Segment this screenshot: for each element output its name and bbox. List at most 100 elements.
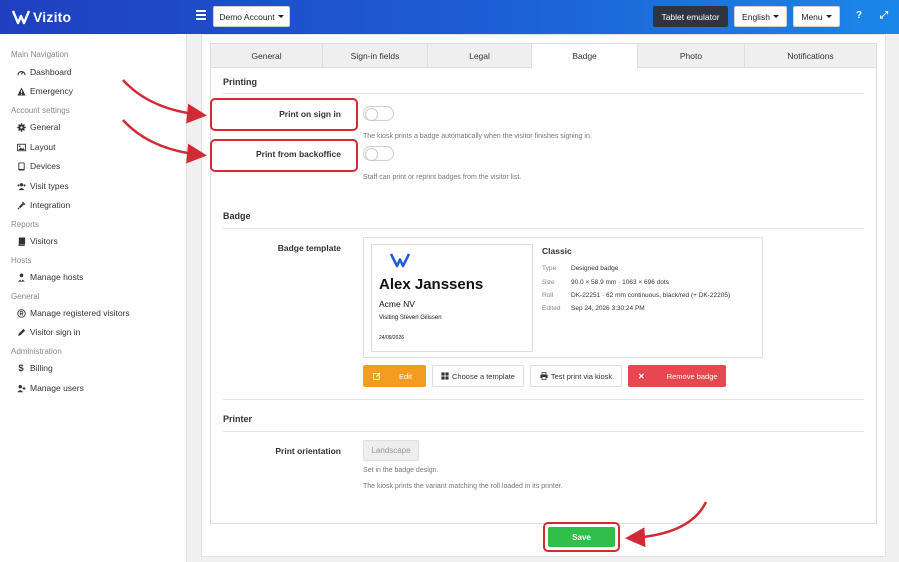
test-print-button[interactable]: Test print via kiosk bbox=[530, 365, 622, 387]
meta-value-type: Designed badge bbox=[571, 265, 619, 272]
sidebar-item-label: Integration bbox=[30, 200, 71, 210]
sidebar-item-manage-users[interactable]: Manage users bbox=[16, 383, 84, 393]
tab-photo[interactable]: Photo bbox=[637, 43, 745, 68]
vizito-logo-icon bbox=[12, 10, 30, 25]
sidebar-heading-general: General bbox=[11, 292, 40, 301]
menu-dropdown[interactable]: Menu bbox=[793, 6, 840, 27]
print-icon bbox=[540, 372, 548, 380]
language-label: English bbox=[742, 11, 770, 22]
sidebar-item-label: Manage registered visitors bbox=[30, 308, 130, 318]
pencil-icon bbox=[16, 327, 26, 337]
tablet-icon bbox=[16, 161, 26, 171]
sidebar-item-label: Billing bbox=[30, 363, 53, 373]
close-icon: ✕ bbox=[638, 371, 645, 381]
user-tie-icon bbox=[16, 272, 26, 282]
sidebar-item-label: Manage hosts bbox=[30, 272, 84, 282]
tab-sign-in-fields[interactable]: Sign-in fields bbox=[322, 43, 428, 68]
chevron-down-icon bbox=[772, 15, 779, 18]
sidebar-item-label: Dashboard bbox=[30, 67, 72, 77]
chevron-down-icon bbox=[277, 15, 284, 18]
tablet-emulator-button[interactable]: Tablet emulator bbox=[653, 6, 728, 27]
badge-preview-company: Acme NV bbox=[379, 299, 415, 309]
divider bbox=[223, 399, 864, 400]
tab-legal[interactable]: Legal bbox=[427, 43, 532, 68]
tab-badge[interactable]: Badge bbox=[531, 43, 638, 69]
badge-section-title: Badge bbox=[223, 211, 251, 221]
sidebar-item-label: Visitor sign in bbox=[30, 327, 81, 337]
choose-template-label: Choose a template bbox=[452, 371, 515, 381]
dollar-icon: $ bbox=[18, 362, 24, 374]
meta-key-roll: Roll bbox=[542, 292, 554, 299]
image-icon bbox=[16, 142, 26, 152]
sidebar-item-label: Layout bbox=[30, 142, 56, 152]
sidebar-item-manage-hosts[interactable]: Manage hosts bbox=[16, 272, 83, 282]
sidebar-item-layout[interactable]: Layout bbox=[16, 142, 56, 152]
plug-icon bbox=[16, 200, 26, 210]
meta-key-type: Type bbox=[542, 265, 557, 272]
divider bbox=[223, 228, 864, 229]
dashboard-icon bbox=[16, 67, 26, 77]
language-dropdown[interactable]: English bbox=[734, 6, 787, 27]
sidebar-item-devices[interactable]: Devices bbox=[16, 161, 60, 171]
edit-badge-button[interactable]: Edit bbox=[363, 365, 426, 387]
tab-notifications[interactable]: Notifications bbox=[744, 43, 877, 68]
highlight-box-save bbox=[543, 522, 620, 552]
sidebar-item-label: Emergency bbox=[30, 86, 73, 96]
sidebar-item-general[interactable]: General bbox=[16, 122, 60, 132]
expand-icon[interactable]: ⤢ bbox=[880, 10, 888, 21]
choose-template-button[interactable]: Choose a template bbox=[432, 365, 524, 387]
settings-tabs: General Sign-in fields Legal Badge Photo… bbox=[210, 43, 877, 69]
remove-badge-label: Remove badge bbox=[666, 371, 718, 381]
badge-preview-name: Alex Janssens bbox=[379, 276, 484, 293]
print-from-backoffice-help: Staff can print or reprint badges from t… bbox=[363, 174, 522, 181]
help-icon[interactable]: ? bbox=[856, 10, 862, 21]
gear-icon bbox=[16, 122, 26, 132]
sidebar-heading-reports: Reports bbox=[11, 220, 40, 229]
sidebar-item-manage-registered-visitors[interactable]: Manage registered visitors bbox=[16, 308, 130, 318]
sidebar-item-billing[interactable]: $ Billing bbox=[16, 362, 53, 374]
badge-template-label: Badge template bbox=[277, 243, 341, 253]
meta-key-size: Size bbox=[542, 279, 555, 286]
divider bbox=[223, 93, 864, 94]
brand-name: Vizito bbox=[33, 9, 72, 25]
highlight-box-print-on-sign-in bbox=[210, 98, 358, 131]
print-on-sign-in-toggle[interactable] bbox=[363, 106, 394, 121]
menu-label: Menu bbox=[801, 11, 823, 22]
test-print-label: Test print via kiosk bbox=[550, 371, 613, 381]
sidebar-item-emergency[interactable]: Emergency bbox=[16, 86, 73, 96]
warning-icon bbox=[16, 86, 26, 96]
badge-template-name: Classic bbox=[542, 246, 572, 256]
sidebar-item-visitor-sign-in[interactable]: Visitor sign in bbox=[16, 327, 80, 337]
hamburger-menu-icon[interactable] bbox=[196, 10, 206, 22]
badge-preview-date: 24/09/2026 bbox=[379, 335, 405, 341]
user-plus-icon bbox=[16, 383, 26, 393]
sidebar-item-integration[interactable]: Integration bbox=[16, 200, 70, 210]
sidebar-item-label: Visit types bbox=[30, 181, 69, 191]
book-icon bbox=[16, 236, 26, 246]
print-orientation-help-1: Set in the badge design. bbox=[363, 467, 439, 474]
remove-badge-button[interactable]: ✕ Remove badge bbox=[628, 365, 726, 387]
sidebar-heading-account-settings: Account settings bbox=[11, 106, 70, 115]
sidebar-item-visitors[interactable]: Visitors bbox=[16, 236, 58, 246]
sidebar-item-dashboard[interactable]: Dashboard bbox=[16, 67, 72, 77]
printer-section-title: Printer bbox=[223, 414, 253, 424]
print-orientation-label: Print orientation bbox=[275, 446, 341, 456]
registered-icon bbox=[16, 308, 26, 318]
account-dropdown[interactable]: Demo Account bbox=[213, 6, 290, 27]
brand-logo[interactable]: Vizito bbox=[12, 9, 71, 25]
tab-general[interactable]: General bbox=[210, 43, 323, 68]
badge-preview-visiting: Visiting Steven Gilissen bbox=[379, 315, 442, 321]
sidebar-heading-main-navigation: Main Navigation bbox=[11, 50, 69, 59]
sidebar-item-label: Devices bbox=[30, 161, 61, 171]
top-bar: Vizito Demo Account Tablet emulator Engl… bbox=[0, 0, 899, 34]
sidebar-heading-hosts: Hosts bbox=[11, 256, 32, 265]
print-from-backoffice-toggle[interactable] bbox=[363, 146, 394, 161]
highlight-box-print-from-backoffice bbox=[210, 139, 358, 172]
meta-value-edited: Sep 24, 2026 3:30:24 PM bbox=[571, 305, 645, 312]
sidebar-item-visit-types[interactable]: Visit types bbox=[16, 181, 69, 191]
grid-icon bbox=[441, 372, 449, 380]
account-dropdown-label: Demo Account bbox=[219, 11, 275, 22]
meta-key-edited: Edited bbox=[542, 305, 561, 312]
chevron-down-icon bbox=[825, 15, 832, 18]
divider bbox=[223, 431, 864, 432]
